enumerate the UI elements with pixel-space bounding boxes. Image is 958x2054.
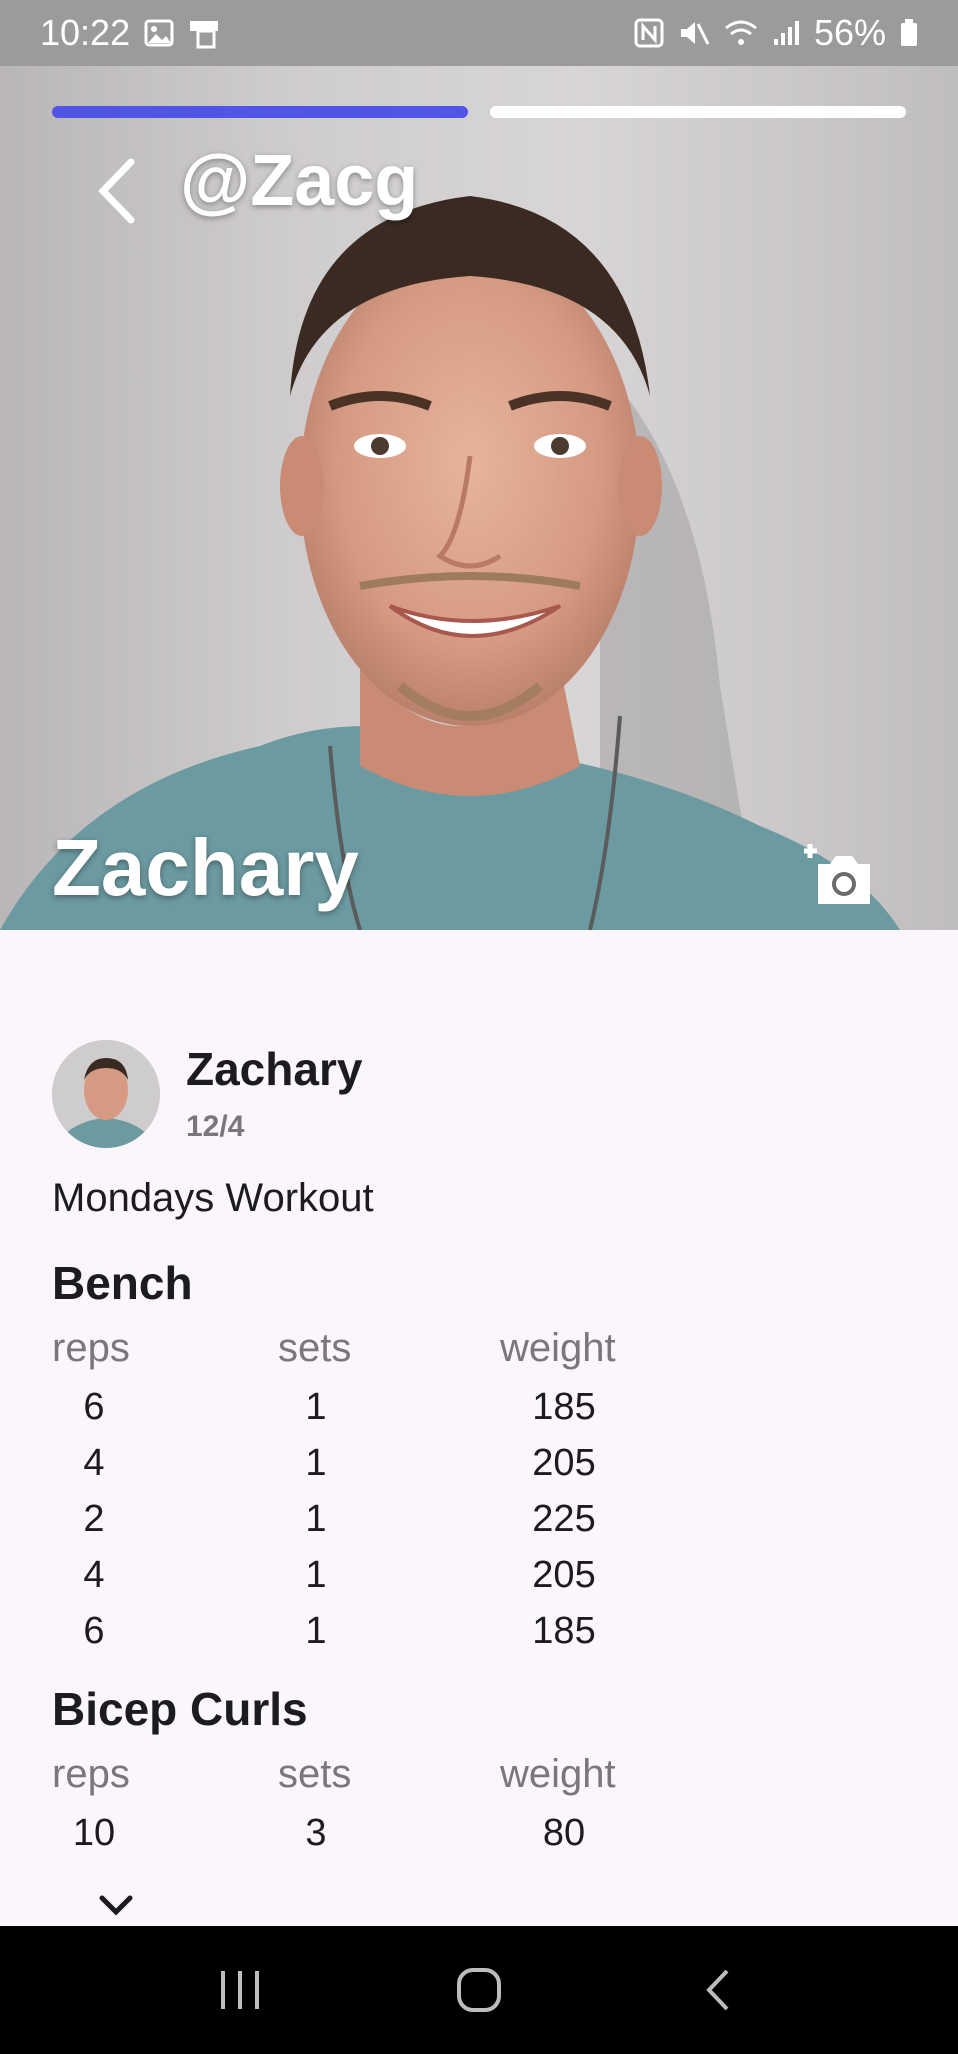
cell-sets: 1 — [305, 1498, 327, 1540]
cell-weight: 185 — [532, 1610, 596, 1652]
col-header-reps: reps — [52, 1326, 130, 1370]
cell-weight: 225 — [532, 1498, 596, 1540]
story-progress-1 — [52, 106, 468, 118]
nfc-icon — [634, 18, 664, 48]
col-header-reps: reps — [52, 1752, 130, 1796]
avatar[interactable] — [52, 1040, 160, 1148]
back-button[interactable] — [80, 146, 152, 236]
wifi-icon — [724, 18, 758, 48]
status-left: 10:22 — [40, 12, 222, 54]
workout-title: Mondays Workout — [52, 1176, 374, 1220]
system-nav-bar — [0, 1926, 958, 2054]
cell-weight: 205 — [532, 1442, 596, 1484]
status-bar: 10:22 56% — [0, 0, 958, 66]
recents-icon — [220, 1971, 259, 2009]
story-photo[interactable]: @Zacg Zachary — [0, 66, 958, 930]
cell-sets: 1 — [305, 1554, 327, 1596]
col-header-sets: sets — [278, 1326, 352, 1370]
exercise-name: Bench — [52, 1257, 193, 1309]
battery-percent: 56% — [813, 12, 886, 53]
cell-reps: 2 — [83, 1498, 105, 1540]
cell-reps: 6 — [83, 1386, 105, 1428]
author-name[interactable]: Zachary — [186, 1042, 362, 1096]
chevron-down-icon — [99, 1895, 133, 1916]
story-progress-2 — [490, 106, 906, 118]
home-icon — [456, 1968, 501, 2012]
expand-button[interactable] — [96, 1890, 136, 1920]
gallery-icon — [144, 18, 174, 48]
cell-reps: 4 — [83, 1554, 105, 1596]
status-right: 56% — [634, 12, 918, 54]
back-arrow-icon — [98, 158, 135, 224]
battery-icon — [900, 19, 918, 47]
cell-weight: 185 — [532, 1386, 596, 1428]
system-back-button[interactable] — [678, 1960, 758, 2020]
cell-sets: 1 — [305, 1610, 327, 1652]
avatar-photo — [52, 1040, 160, 1148]
cell-sets: 3 — [305, 1812, 327, 1854]
cell-reps: 10 — [72, 1812, 116, 1854]
col-header-weight: weight — [500, 1752, 616, 1796]
post-date: 12/4 — [186, 1110, 245, 1143]
signal-icon — [772, 19, 800, 47]
add-camera-icon — [804, 844, 870, 904]
workout-post: Zachary 12/4 Mondays Workout Bench reps … — [0, 930, 958, 1926]
cell-reps: 6 — [83, 1610, 105, 1652]
home-button[interactable] — [439, 1960, 519, 2020]
recent-apps-button[interactable] — [200, 1960, 280, 2020]
cell-reps: 4 — [83, 1442, 105, 1484]
add-photo-button[interactable] — [804, 838, 876, 910]
cell-weight: 205 — [532, 1554, 596, 1596]
tablet-icon — [188, 17, 222, 49]
col-header-sets: sets — [278, 1752, 352, 1796]
cell-sets: 1 — [305, 1442, 327, 1484]
exercise-name: Bicep Curls — [52, 1683, 308, 1735]
story-name: Zachary — [52, 823, 359, 912]
story-handle[interactable]: @Zacg — [180, 140, 418, 222]
back-icon — [706, 1969, 729, 2011]
col-header-weight: weight — [500, 1326, 616, 1370]
cell-weight: 80 — [542, 1812, 586, 1854]
cell-sets: 1 — [305, 1386, 327, 1428]
mute-icon — [678, 18, 710, 48]
status-time: 10:22 — [40, 12, 131, 53]
